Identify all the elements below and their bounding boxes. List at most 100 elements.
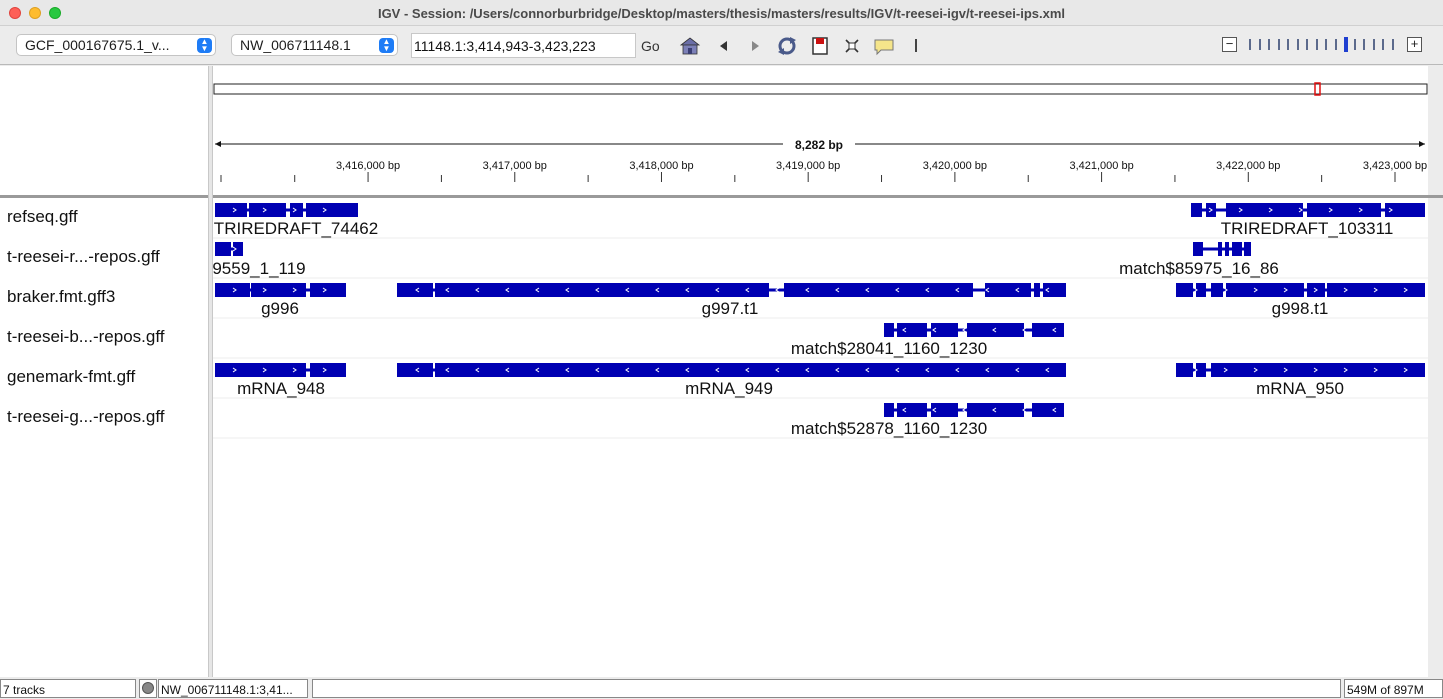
- zoom-widget: − +: [1222, 36, 1426, 54]
- track-data-panel[interactable]: TRIREDRAFT_74462 TRIREDRAFT_103311 9559_…: [213, 198, 1428, 677]
- exon-block: [435, 363, 1066, 377]
- ruler-tick-label: 3,417,000 bp: [483, 160, 547, 172]
- track-name-genemark[interactable]: genemark-fmt.gff: [7, 367, 135, 387]
- exon-block: [884, 323, 894, 337]
- header-name-panel: [0, 66, 208, 195]
- zoom-level-tick[interactable]: [1306, 39, 1308, 50]
- span-label: 8,282 bp: [795, 138, 843, 152]
- back-arrow-icon[interactable]: [713, 36, 735, 56]
- exon-block: [1327, 283, 1425, 297]
- zoom-out-button[interactable]: −: [1222, 37, 1237, 52]
- zoom-level-tick[interactable]: [1287, 39, 1289, 50]
- locus-input[interactable]: 11148.1:3,414,943-3,423,223: [411, 33, 636, 58]
- zoom-level-tick[interactable]: [1353, 39, 1356, 50]
- feature-label: mRNA_948: [237, 379, 325, 398]
- status-bar: 7 tracks NW_006711148.1:3,41... 549M of …: [0, 678, 1443, 699]
- exon-block: [1193, 242, 1203, 256]
- gene-feature[interactable]: [1191, 203, 1425, 217]
- memory-usage: 549M of 897M: [1344, 679, 1443, 698]
- toolbar: GCF_000167675.1_v... ▲ ▼ NW_006711148.1 ▲…: [0, 27, 1443, 65]
- ruler-tick-label: 3,420,000 bp: [923, 160, 987, 172]
- track-name-t-reesei-b[interactable]: t-reesei-b...-repos.gff: [7, 327, 164, 347]
- popup-text-icon[interactable]: [873, 36, 895, 56]
- feature-label: TRIREDRAFT_103311: [1220, 219, 1394, 238]
- track-name-braker[interactable]: braker.fmt.gff3: [7, 287, 115, 307]
- stepper-icon: ▲ ▼: [197, 38, 212, 53]
- zoom-level-tick[interactable]: [1277, 39, 1280, 50]
- gene-feature[interactable]: [1176, 283, 1425, 297]
- gene-feature[interactable]: [215, 242, 243, 256]
- feature-label: g996: [261, 299, 299, 318]
- zoom-level-tick[interactable]: [1382, 39, 1384, 50]
- panel-divider[interactable]: [208, 66, 213, 677]
- zoom-level-tick[interactable]: [1296, 39, 1299, 50]
- gene-feature[interactable]: [215, 203, 358, 217]
- window-title: IGV - Session: /Users/connorburbridge/De…: [377, 6, 1066, 21]
- track-name-t-reesei-r[interactable]: t-reesei-r...-repos.gff: [7, 247, 160, 267]
- exon-block: [1244, 242, 1251, 256]
- exon-block: [897, 323, 927, 337]
- zoom-level-tick[interactable]: [1391, 39, 1394, 50]
- track-name-panel: refseq.gff t-reesei-r...-repos.gff brake…: [0, 198, 208, 677]
- zoom-level-tick[interactable]: [1315, 39, 1318, 50]
- go-button[interactable]: Go: [641, 38, 660, 54]
- track-count: 7 tracks: [0, 679, 136, 698]
- exon-block: [1226, 283, 1304, 297]
- zoom-level-tick[interactable]: [1258, 39, 1261, 50]
- gene-feature[interactable]: [397, 363, 1066, 377]
- feature-label: g998.t1: [1271, 299, 1329, 318]
- exon-block: [233, 242, 243, 256]
- chromosome-ideogram[interactable]: [213, 83, 1428, 95]
- exon-block: [215, 363, 306, 377]
- exon-block: [215, 203, 247, 217]
- zoom-level-tick[interactable]: [1268, 39, 1270, 50]
- zoom-level-tick[interactable]: [1325, 39, 1327, 50]
- zoom-level-tick[interactable]: [1249, 39, 1251, 50]
- chromosome-select[interactable]: NW_006711148.1 ▲ ▼: [231, 34, 398, 56]
- feature-label: mRNA_950: [1256, 379, 1344, 398]
- exon-block: [251, 283, 306, 297]
- exon-block: [985, 283, 1031, 297]
- zoom-level-tick[interactable]: [1334, 39, 1337, 50]
- exon-block: [306, 203, 358, 217]
- feature-label: match$28041_1160_1230: [790, 339, 988, 358]
- roi-icon[interactable]: [809, 36, 831, 56]
- feature-label: TRIREDRAFT_74462: [213, 219, 379, 238]
- exon-block: [884, 403, 894, 417]
- home-icon[interactable]: [679, 36, 701, 56]
- zoom-level-tick[interactable]: [1372, 39, 1375, 50]
- exon-block: [784, 283, 973, 297]
- ruler-tick-label: 3,416,000 bp: [336, 160, 400, 172]
- zoom-level-tick[interactable]: [1344, 37, 1348, 52]
- ruler-panel[interactable]: 8,282 bp 3,416,000 bp 3,417,000 bp 3,418,0…: [213, 66, 1428, 195]
- gene-feature[interactable]: [884, 403, 1064, 417]
- gene-feature[interactable]: [1176, 363, 1425, 377]
- fit-width-icon[interactable]: [841, 36, 863, 56]
- zoom-in-button[interactable]: +: [1407, 37, 1422, 52]
- exon-block: [1032, 323, 1064, 337]
- exon-block: [1211, 363, 1425, 377]
- feature-label: match$52878_1160_1230: [790, 419, 988, 438]
- gene-feature[interactable]: [215, 283, 346, 297]
- zoom-level-tick[interactable]: [1363, 39, 1365, 50]
- ruler-tick-label: 3,419,000 bp: [776, 160, 840, 172]
- refresh-icon[interactable]: [776, 36, 798, 56]
- gene-feature[interactable]: [884, 323, 1064, 337]
- igv-window: IGV - Session: /Users/connorburbridge/De…: [0, 0, 1443, 699]
- exon-block: [435, 283, 769, 297]
- status-indicator: [139, 679, 157, 698]
- track-name-t-reesei-g[interactable]: t-reesei-g...-repos.gff: [7, 407, 164, 427]
- gene-feature[interactable]: [215, 363, 346, 377]
- exon-block: [1232, 242, 1242, 256]
- status-dot-icon: [142, 682, 154, 694]
- ruler-marker-icon[interactable]: [905, 36, 927, 56]
- exon-block: [249, 203, 286, 217]
- genome-select[interactable]: GCF_000167675.1_v... ▲ ▼: [16, 34, 216, 56]
- exon-block: [1307, 203, 1381, 217]
- exon-block: [310, 283, 346, 297]
- gene-feature[interactable]: [1193, 242, 1251, 256]
- gene-feature[interactable]: [397, 283, 1066, 297]
- ruler-svg: 8,282 bp 3,416,000 bp 3,417,000 bp 3,418,0…: [213, 82, 1428, 182]
- forward-arrow-icon[interactable]: [744, 36, 766, 56]
- track-name-refseq[interactable]: refseq.gff: [7, 207, 78, 227]
